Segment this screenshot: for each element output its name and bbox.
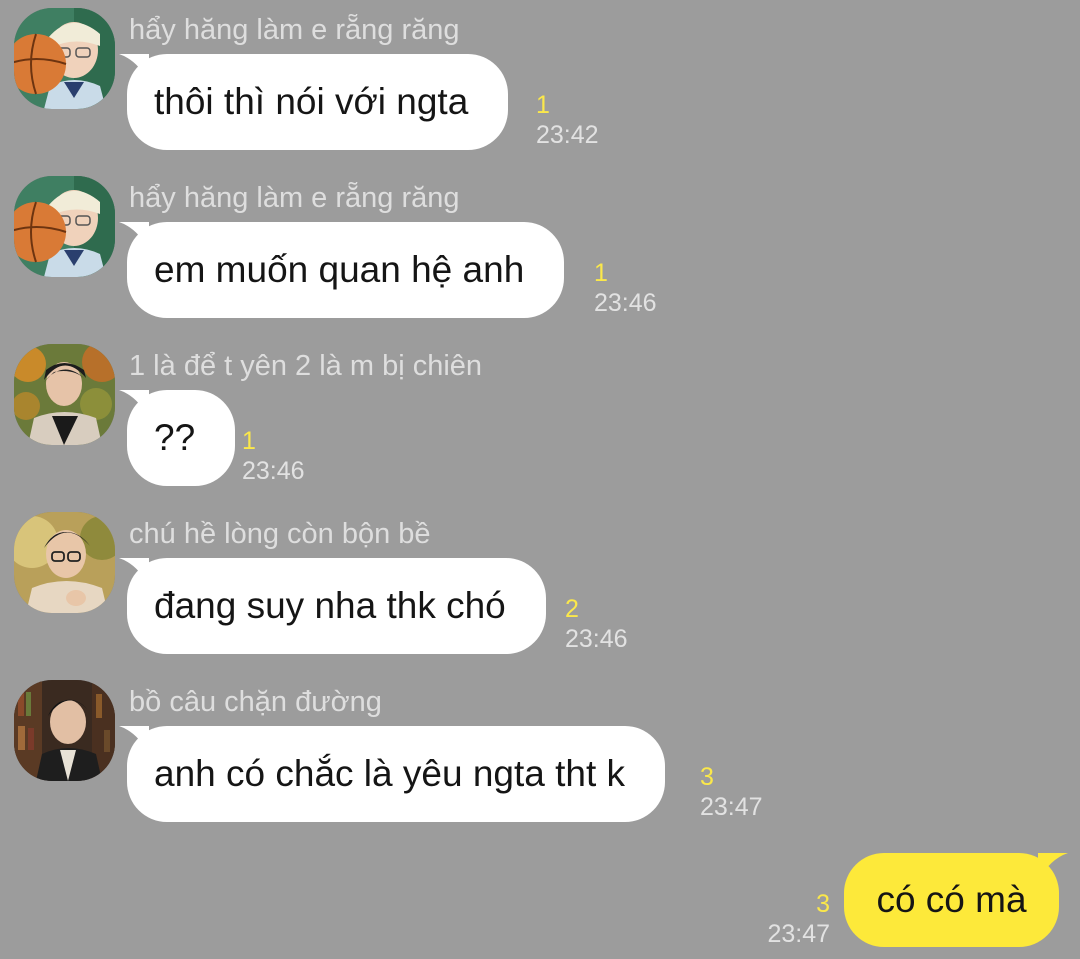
timestamp: 23:46: [242, 457, 305, 485]
bubble-tail-icon: [1038, 853, 1068, 881]
outgoing-message-bubble[interactable]: có có mà: [844, 853, 1068, 947]
avatar-image: [14, 176, 115, 277]
message-text: em muốn quan hệ anh: [154, 249, 525, 290]
avatar[interactable]: [14, 680, 115, 781]
message-text: đang suy nha thk chó: [154, 585, 506, 626]
sender-name: chú hề lòng còn bộn bề: [129, 518, 431, 550]
avatar[interactable]: [14, 176, 115, 277]
message-text: ??: [154, 417, 196, 458]
sender-name: 1 là để t yên 2 là m bị chiên: [129, 350, 483, 382]
avatar-image: [14, 680, 115, 781]
avatar-image: [14, 8, 115, 109]
bubble-tail-icon: [119, 54, 149, 82]
message-meta: 3 23:47: [700, 762, 780, 822]
chat-message: hẩy hăng làm e rẵng răng em muốn quan hệ…: [0, 168, 1080, 328]
bubble-tail-icon: [119, 558, 149, 586]
message-meta: 1 23:46: [594, 258, 674, 318]
unread-count: 1: [594, 259, 608, 287]
timestamp: 23:46: [565, 625, 628, 653]
unread-count: 1: [242, 427, 256, 455]
message-text: anh có chắc là yêu ngta tht k: [154, 753, 626, 794]
chat-message: 1 là để t yên 2 là m bị chiên ?? 1 23:46: [0, 336, 1080, 496]
avatar-image: [14, 344, 115, 445]
bubble-tail-icon: [119, 726, 149, 754]
avatar[interactable]: [14, 512, 115, 613]
chat-message: hẩy hăng làm e rẵng răng thôi thì nói vớ…: [0, 0, 1080, 160]
unread-count: 3: [700, 763, 714, 791]
message-bubble[interactable]: ??: [119, 390, 236, 486]
message-bubble[interactable]: anh có chắc là yêu ngta tht k: [119, 726, 666, 822]
message-meta: 2 23:46: [565, 594, 645, 654]
timestamp: 23:47: [700, 793, 763, 821]
message-text: có có mà: [876, 879, 1027, 920]
sender-name: hẩy hăng làm e rẵng răng: [129, 14, 460, 46]
message-bubble[interactable]: em muốn quan hệ anh: [119, 222, 565, 318]
bubble-tail-icon: [119, 222, 149, 250]
message-bubble[interactable]: đang suy nha thk chó: [119, 558, 546, 654]
unread-count: 1: [536, 91, 550, 119]
timestamp: 23:46: [594, 289, 657, 317]
message-meta: 1 23:46: [242, 426, 322, 486]
bubble-tail-icon: [119, 390, 149, 418]
sender-name: hẩy hăng làm e rẵng răng: [129, 182, 460, 214]
unread-count: 3: [816, 890, 830, 918]
chat-message-list[interactable]: hẩy hăng làm e rẵng răng thôi thì nói vớ…: [0, 0, 1080, 959]
avatar[interactable]: [14, 344, 115, 445]
timestamp: 23:47: [767, 920, 830, 948]
unread-count: 2: [565, 595, 579, 623]
timestamp: 23:42: [536, 121, 599, 149]
message-bubble[interactable]: thôi thì nói với ngta: [119, 54, 509, 150]
message-text: thôi thì nói với ngta: [154, 81, 469, 122]
avatar[interactable]: [14, 8, 115, 109]
avatar-image: [14, 512, 115, 613]
message-meta: 1 23:42: [536, 90, 616, 150]
sender-name: bồ câu chặn đường: [129, 686, 382, 718]
chat-message: chú hề lòng còn bộn bề đang suy nha thk …: [0, 504, 1080, 664]
outgoing-message-meta: 3 23:47: [740, 889, 830, 949]
chat-message: bồ câu chặn đường anh có chắc là yêu ngt…: [0, 672, 1080, 832]
